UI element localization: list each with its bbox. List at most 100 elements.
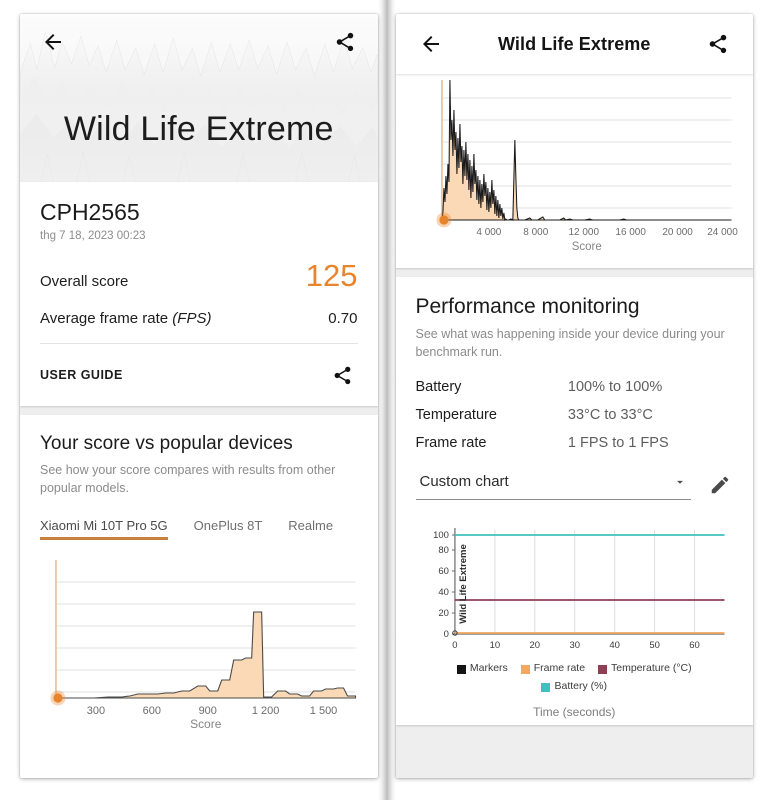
xtick-40: 40	[609, 640, 620, 651]
tab-realme[interactable]: Realme	[288, 518, 333, 540]
chart-legend: Markers Frame rate Temperature (°C) Batt…	[410, 661, 740, 697]
legend-item-temperature: Temperature (°C)	[597, 661, 692, 677]
arrow-left-icon	[422, 36, 439, 52]
ytick-100: 100	[433, 530, 449, 541]
xtick-30: 30	[569, 640, 580, 651]
back-button[interactable]	[416, 29, 446, 59]
xtick-8000: 8 000	[523, 227, 548, 238]
overall-score-label: Overall score	[40, 273, 129, 291]
comparison-card: Your score vs popular devices See how yo…	[20, 415, 378, 778]
stat-value-temperature: 33°C to 33°C	[567, 407, 653, 424]
edit-chart-button[interactable]	[707, 472, 733, 498]
xtick-24000: 24 000	[707, 227, 738, 238]
custom-chart-x-axis-label: Time (seconds)	[533, 704, 616, 719]
score-distribution-chart-left: 300 600 900 1 200 1 500 Score	[20, 540, 378, 739]
back-button[interactable]	[38, 27, 68, 57]
left-distribution-svg: 300 600 900 1 200 1 500 Score	[50, 559, 357, 731]
share-icon	[334, 366, 351, 384]
user-guide-row: USER GUIDE	[40, 360, 358, 392]
ytick-20: 20	[438, 608, 449, 619]
xtick-12000: 12 000	[568, 227, 599, 238]
score-distribution-card-right: 4 000 8 000 12 000 16 000 20 000 24 000 …	[395, 74, 753, 268]
legend-label-temperature: Temperature (°C)	[610, 662, 692, 675]
custom-chart: 100 80 60 40 20 0 0 10 20 30 40 50 60 Wi…	[396, 508, 754, 724]
xtick-4000: 4 000	[476, 227, 501, 238]
legend-label-markers: Markers	[469, 662, 508, 675]
performance-stats: Battery 100% to 100% Temperature 33°C to…	[416, 379, 734, 451]
device-name: CPH2565	[40, 199, 140, 225]
chevron-down-icon	[677, 480, 683, 484]
xtick-20: 20	[529, 640, 540, 651]
left-gutter	[0, 0, 20, 800]
hero-title: Wild Life Extreme	[63, 110, 334, 148]
share-result-button[interactable]	[328, 360, 358, 390]
overall-score-row: Overall score 125	[40, 260, 358, 291]
arrow-left-icon	[45, 34, 61, 50]
legend-swatch-frame-rate	[520, 664, 530, 674]
result-card: CPH2565 thg 7 18, 2023 00:23 Overall sco…	[20, 182, 378, 407]
right-distribution-svg: 4 000 8 000 12 000 16 000 20 000 24 000 …	[435, 79, 738, 253]
tab-oneplus-8t[interactable]: OnePlus 8T	[194, 518, 263, 540]
right-gutter	[753, 0, 773, 800]
frame-rate-label-unit: (FPS)	[172, 310, 212, 328]
stat-row-temperature: Temperature 33°C to 33°C	[416, 407, 734, 423]
result-date: thg 7 18, 2023 00:23	[40, 230, 146, 243]
pencil-icon	[711, 476, 729, 493]
comparison-subtitle: See how your score compares with results…	[40, 463, 336, 496]
xtick-16000: 16 000	[615, 227, 646, 238]
ytick-40: 40	[438, 587, 449, 598]
hero-toolbar	[20, 14, 378, 70]
chart-type-select[interactable]: Custom chart	[415, 469, 691, 501]
share-button[interactable]	[703, 29, 733, 59]
stat-key-battery: Battery	[415, 379, 462, 396]
xtick-10: 10	[489, 640, 500, 651]
stat-value-battery: 100% to 100%	[567, 379, 663, 396]
performance-subtitle: See what was happening inside your devic…	[415, 327, 725, 360]
your-score-marker	[53, 692, 63, 703]
custom-chart-svg: 100 80 60 40 20 0 0 10 20 30 40 50 60 Wi…	[433, 528, 725, 651]
legend-item-markers: Markers	[456, 661, 508, 677]
legend-label-battery: Battery (%)	[554, 680, 607, 693]
share-button[interactable]	[330, 27, 360, 57]
legend-label-frame-rate: Frame rate	[533, 662, 586, 675]
ytick-0: 0	[443, 629, 448, 640]
x-axis-label: Score	[190, 717, 222, 730]
xtick-1200: 1 200	[252, 705, 279, 717]
performance-monitoring-card: Performance monitoring See what was happ…	[395, 277, 754, 725]
hero-header: Wild Life Extreme	[20, 14, 378, 182]
share-icon	[709, 34, 727, 54]
legend-swatch-markers	[456, 664, 466, 674]
y-axis-label: Wild Life Extreme	[457, 544, 468, 624]
stat-value-frame-rate: 1 FPS to 1 FPS	[567, 435, 669, 452]
user-guide-button[interactable]: USER GUIDE	[40, 368, 123, 382]
performance-title: Performance monitoring	[415, 295, 640, 318]
xtick-0: 0	[452, 640, 457, 651]
frame-rate-row: Average frame rate (FPS) 0.70	[40, 310, 358, 327]
frame-rate-label-text: Average frame rate	[40, 310, 173, 328]
stat-key-frame-rate: Frame rate	[415, 435, 487, 452]
your-score-marker	[438, 215, 449, 225]
card-divider	[40, 343, 358, 345]
ytick-60: 60	[438, 566, 449, 577]
ytick-80: 80	[438, 545, 449, 556]
xtick-1500: 1 500	[310, 705, 337, 717]
stat-key-temperature: Temperature	[415, 407, 497, 424]
chart-type-value: Custom chart	[419, 473, 509, 491]
scroll-content[interactable]: 4 000 8 000 12 000 16 000 20 000 24 000 …	[395, 74, 754, 778]
legend-swatch-battery	[541, 682, 551, 692]
xtick-50: 50	[649, 640, 660, 651]
stat-row-frame-rate: Frame rate 1 FPS to 1 FPS	[416, 435, 734, 451]
device-tabs: Xiaomi Mi 10T Pro 5G OnePlus 8T Realme	[40, 518, 358, 540]
xtick-60: 60	[689, 640, 700, 651]
legend-swatch-temperature	[597, 664, 607, 674]
share-icon	[336, 32, 353, 52]
page-title: Wild Life Extreme	[497, 33, 651, 54]
tab-xiaomi-mi-10t-pro-5g[interactable]: Xiaomi Mi 10T Pro 5G	[40, 518, 168, 540]
comparison-title: Your score vs popular devices	[40, 433, 293, 455]
legend-item-battery: Battery (%)	[541, 679, 607, 695]
xtick-600: 600	[143, 705, 161, 717]
app-screenshot: Wild Life Extreme CPH2565 thg 7 18, 2023…	[0, 0, 773, 800]
legend-item-frame-rate: Frame rate	[520, 661, 586, 677]
right-phone-panel: Wild Life Extreme 4 000 8 000 12 000 16 …	[395, 14, 754, 778]
app-bar: Wild Life Extreme	[395, 14, 753, 74]
